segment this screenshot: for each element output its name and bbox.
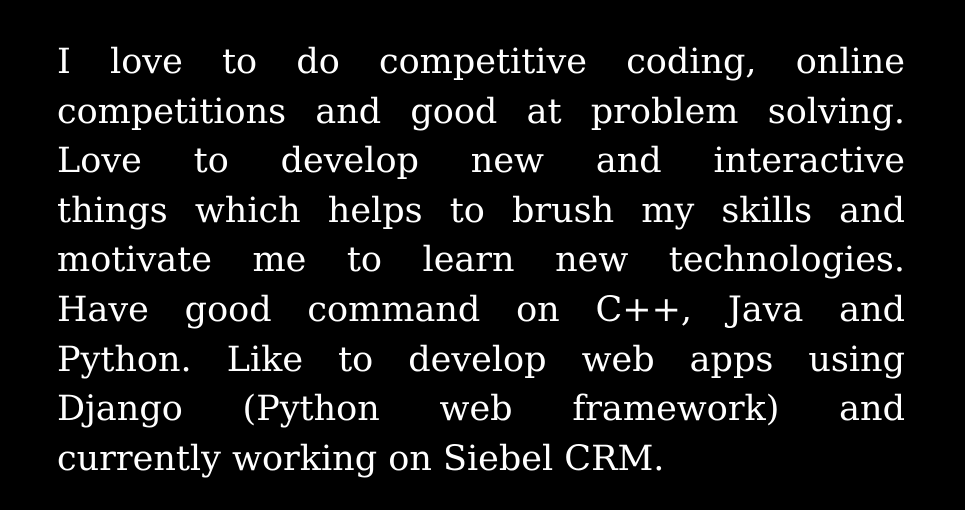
bio-line-7: Python. Like to develop web apps using <box>57 339 905 380</box>
bio-line-1: I love to do competitive coding, online <box>57 42 905 82</box>
bio-line-9: currently working on Siebel CRM. <box>57 438 665 479</box>
bio-line-6: Have good command on C++, Java and <box>57 289 905 330</box>
bio-line-4: things which helps to brush my skills an… <box>57 190 905 231</box>
bio-paragraph: I love to do competitive coding, online … <box>57 38 905 484</box>
bio-line-2: competitions and good at problem solving… <box>57 91 905 132</box>
bio-line-5: motivate me to learn new technologies. <box>57 240 905 281</box>
bio-line-8: Django (Python web framework) and <box>57 389 905 430</box>
bio-line-3: Love to develop new and interactive <box>57 141 905 182</box>
